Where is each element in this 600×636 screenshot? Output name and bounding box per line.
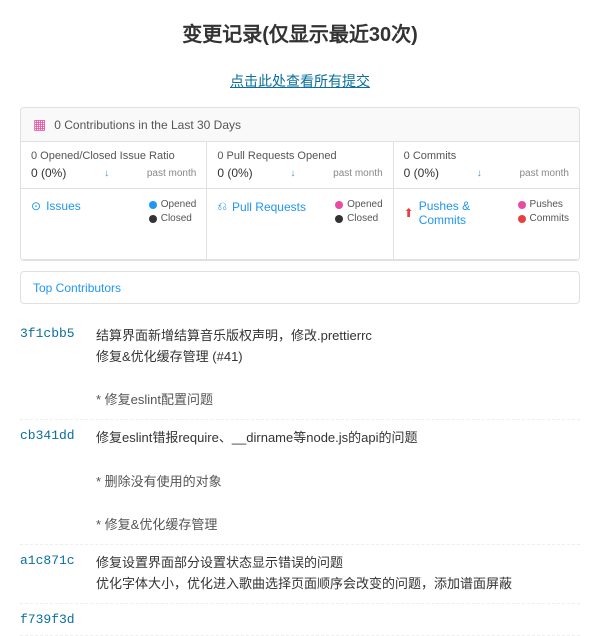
commit-entry-1: cb341dd 修复eslint错报require、__dirname等node… [20, 420, 580, 545]
stat-past-month-commits: past month [520, 168, 569, 179]
chart-cell-commits: ⬆ Pushes & Commits Pushes Commits [394, 189, 579, 259]
issues-closed-label: Closed [161, 213, 192, 224]
commit-hash-1[interactable]: cb341dd [20, 428, 80, 536]
commit-messages-1: 修复eslint错报require、__dirname等node.js的api的… [96, 428, 580, 536]
stat-label-commits: 0 Commits [404, 150, 569, 162]
issues-chart-label: Issues [46, 199, 81, 213]
prs-chart-label: Pull Requests [232, 200, 306, 214]
commits-pushes-label: Pushes [530, 199, 563, 210]
stat-cell-prs: 0 Pull Requests Opened 0 (0%) ↓ past mon… [207, 142, 393, 188]
commits-chart-label: Pushes & Commits [419, 199, 518, 227]
prs-chart-icon: ⎌ [217, 199, 227, 214]
commit-messages-2: 修复设置界面部分设置状态显示错误的问题 优化字体大小，优化进入歌曲选择页面顺序会… [96, 553, 580, 595]
stat-past-month-issues: past month [147, 168, 196, 179]
commits-section: 3f1cbb5 结算界面新增结算音乐版权声明，修改.prettierrc 修复&… [20, 318, 580, 636]
stat-arrow-prs: ↓ [290, 168, 295, 179]
commit-entry-2: a1c871c 修复设置界面部分设置状态显示错误的问题 优化字体大小，优化进入歌… [20, 545, 580, 604]
chart-cell-prs: ⎌ Pull Requests Opened Closed [207, 189, 393, 259]
stat-label-prs: 0 Pull Requests Opened [217, 150, 382, 162]
stat-arrow-commits: ↓ [477, 168, 482, 179]
stat-label-issues: 0 Opened/Closed Issue Ratio [31, 150, 196, 162]
view-all-link[interactable]: 点击此处查看所有提交 [0, 57, 600, 107]
commits-commits-label: Commits [530, 213, 569, 224]
prs-opened-label: Opened [347, 199, 383, 210]
issues-opened-label: Opened [161, 199, 197, 210]
stat-arrow-issues: ↓ [104, 168, 109, 179]
commits-legend: Pushes Commits [518, 199, 569, 224]
commit-messages-0: 结算界面新增结算音乐版权声明，修改.prettierrc 修复&优化缓存管理 (… [96, 326, 580, 411]
commit-entry-3: f739f3d [20, 604, 580, 636]
prs-legend: Opened Closed [335, 199, 383, 224]
stat-cell-commits: 0 Commits 0 (0%) ↓ past month [394, 142, 579, 188]
stat-value-commits: 0 (0%) [404, 166, 439, 180]
contributions-icon: ▦ [33, 116, 46, 133]
stat-cell-issues: 0 Opened/Closed Issue Ratio 0 (0%) ↓ pas… [21, 142, 207, 188]
page-title: 变更记录(仅显示最近30次) [0, 0, 600, 57]
prs-closed-label: Closed [347, 213, 378, 224]
stat-past-month-prs: past month [333, 168, 382, 179]
stat-value-issues: 0 (0%) [31, 166, 66, 180]
chart-row: ⊙ Issues Opened Closed ⎌ Pull Requests [21, 189, 579, 260]
contributions-label: 0 Contributions in the Last 30 Days [54, 118, 241, 132]
stats-container: ▦ 0 Contributions in the Last 30 Days 0 … [20, 107, 580, 261]
stats-header: ▦ 0 Contributions in the Last 30 Days [21, 108, 579, 142]
commit-hash-0[interactable]: 3f1cbb5 [20, 326, 80, 411]
top-contributors-label: Top Contributors [33, 281, 121, 295]
chart-cell-issues: ⊙ Issues Opened Closed [21, 189, 207, 259]
commit-entry-0: 3f1cbb5 结算界面新增结算音乐版权声明，修改.prettierrc 修复&… [20, 318, 580, 420]
issues-chart-icon: ⊙ [31, 199, 41, 213]
commits-chart-icon: ⬆ [404, 206, 414, 220]
top-contributors-container: Top Contributors [20, 271, 580, 304]
stats-row: 0 Opened/Closed Issue Ratio 0 (0%) ↓ pas… [21, 142, 579, 189]
commit-hash-2[interactable]: a1c871c [20, 553, 80, 595]
issues-legend: Opened Closed [149, 199, 197, 224]
stat-value-prs: 0 (0%) [217, 166, 252, 180]
